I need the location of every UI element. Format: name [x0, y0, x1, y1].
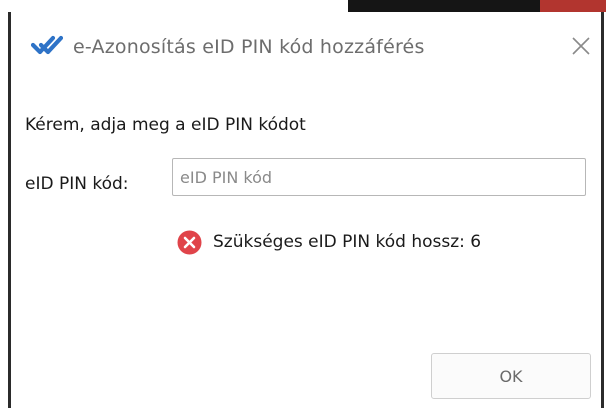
ok-button[interactable]: OK	[431, 353, 591, 399]
close-icon[interactable]	[565, 30, 597, 62]
background-window-red	[540, 0, 606, 12]
background-window-strip	[0, 0, 606, 12]
title-bar: e-Azonosítás eID PIN kód hozzáférés	[11, 12, 601, 82]
validation-text: Szükséges eID PIN kód hossz: 6	[213, 232, 482, 252]
window-title: e-Azonosítás eID PIN kód hozzáférés	[73, 36, 425, 58]
pin-input[interactable]	[172, 158, 586, 196]
error-circle-icon	[177, 230, 202, 255]
pin-label: eID PIN kód:	[25, 174, 129, 194]
pin-dialog: e-Azonosítás eID PIN kód hozzáférés Kére…	[8, 12, 604, 408]
double-checkmark-icon	[30, 34, 64, 56]
pin-prompt: Kérem, adja meg a eID PIN kódot	[25, 115, 306, 135]
